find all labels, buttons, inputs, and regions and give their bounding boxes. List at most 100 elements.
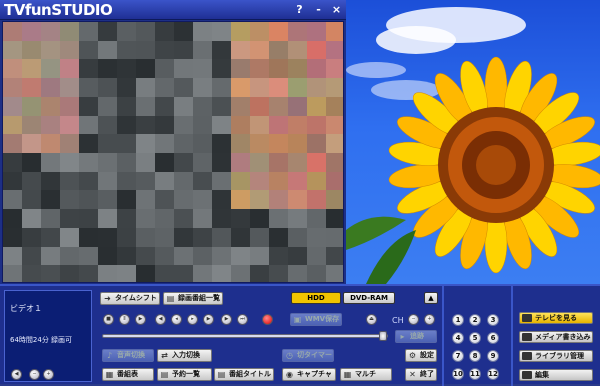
video-pixel <box>250 209 270 229</box>
settings-button[interactable]: ⚙ 設定 <box>405 349 437 362</box>
next-button[interactable]: ▶ <box>221 314 232 325</box>
video-pixel <box>41 190 61 211</box>
video-pixel <box>288 171 308 192</box>
pause-button[interactable]: Ⅱ <box>119 314 130 325</box>
wmv-save-button[interactable]: ▣ WMV保存 <box>290 313 342 326</box>
dvd-ram-tab[interactable]: DVD-RAM <box>343 292 395 304</box>
ch-down-button[interactable]: − <box>408 314 419 325</box>
video-pixel <box>326 115 343 136</box>
video-pixel <box>231 153 251 173</box>
follow-button[interactable]: ▸ 追跡 <box>395 330 437 343</box>
video-pixel <box>79 209 99 229</box>
multi-icon: ▦ <box>343 370 352 379</box>
video-pixel <box>79 246 99 267</box>
ch-up-button[interactable]: + <box>424 314 435 325</box>
eject-button[interactable]: ▲ <box>424 292 438 304</box>
video-pixel <box>193 265 213 282</box>
channel-7-button[interactable]: 7 <box>452 350 464 362</box>
channel-3-button[interactable]: 3 <box>487 314 499 326</box>
input-switch-button[interactable]: ⇄ 入力切換 <box>157 349 212 362</box>
library-button[interactable]: ライブラリ管理 <box>519 350 593 362</box>
video-pixel <box>41 78 61 98</box>
video-pixel <box>41 209 61 229</box>
tv-icon <box>522 314 532 322</box>
video-pixel <box>155 22 175 42</box>
hdd-tab[interactable]: HDD <box>291 292 341 304</box>
video-pixel <box>155 265 175 282</box>
video-pixel <box>117 40 137 61</box>
channel-4-button[interactable]: 4 <box>452 332 464 344</box>
help-button[interactable]: ? <box>293 3 306 16</box>
timeshift-button[interactable]: ➜ タイムシフト <box>100 292 160 305</box>
video-pixel <box>231 171 251 192</box>
capture-button[interactable]: ◉ キャプチャ <box>282 368 336 381</box>
video-pixel <box>41 40 61 61</box>
end-button[interactable]: ⏭ <box>237 314 248 325</box>
rewind-button[interactable]: ■ <box>103 314 114 325</box>
video-pixel <box>60 22 80 42</box>
video-pixel <box>174 209 194 229</box>
video-pixel <box>79 115 99 136</box>
video-pixel <box>117 115 137 136</box>
play-button[interactable]: ▶ <box>135 314 146 325</box>
video-pixel <box>288 265 308 282</box>
watch-tv-button[interactable]: テレビを見る <box>519 312 593 324</box>
video-pixel <box>326 227 343 248</box>
video-pixel <box>288 78 308 98</box>
video-pixel <box>307 40 327 61</box>
channel-1-button[interactable]: 1 <box>452 314 464 326</box>
timer-button[interactable]: ◷ 切タイマー <box>282 349 334 362</box>
record-button[interactable] <box>262 314 273 325</box>
video-pixel <box>60 96 80 117</box>
eject-disc-button[interactable]: ⏏ <box>366 314 377 325</box>
video-pixel <box>212 265 232 282</box>
video-pixel <box>3 134 23 154</box>
seek-bar[interactable] <box>102 334 388 338</box>
video-pixel <box>79 134 99 154</box>
video-pixel <box>155 227 175 248</box>
video-pixel <box>98 134 118 154</box>
video-pixel <box>155 209 175 229</box>
volume-down-button[interactable]: − <box>29 369 40 380</box>
video-pixel <box>193 246 213 267</box>
minimize-button[interactable]: - <box>312 3 325 16</box>
channel-9-button[interactable]: 9 <box>487 350 499 362</box>
video-pixel <box>41 59 61 80</box>
volume-mute-button[interactable]: ◀ <box>11 369 22 380</box>
video-pixel <box>307 209 327 229</box>
channel-2-button[interactable]: 2 <box>469 314 481 326</box>
video-pixel <box>22 40 42 61</box>
video-pixel <box>117 246 137 267</box>
skip-back-button[interactable]: ◀ <box>155 314 166 325</box>
seek-handle[interactable] <box>379 331 387 341</box>
audio-switch-button[interactable]: ♪ 音声切換 <box>102 349 154 362</box>
fast-forward-button[interactable]: ▶ <box>203 314 214 325</box>
channel-5-button[interactable]: 5 <box>469 332 481 344</box>
close-button[interactable]: × <box>330 3 343 16</box>
recorded-list-button[interactable]: ▤ 録画番組一覧 <box>163 292 223 305</box>
video-pixel <box>98 78 118 98</box>
video-pixel <box>231 59 251 80</box>
reserve-list-button[interactable]: ▤ 予約一覧 <box>157 368 212 381</box>
channel-10-button[interactable]: 10 <box>452 368 464 380</box>
video-pixel <box>250 227 270 248</box>
step-back-button[interactable]: ◂ <box>171 314 182 325</box>
edit-button[interactable]: 編集 <box>519 369 593 381</box>
channel-12-button[interactable]: 12 <box>487 368 499 380</box>
video-pixel <box>155 78 175 98</box>
channel-8-button[interactable]: 8 <box>469 350 481 362</box>
video-pixel <box>60 209 80 229</box>
volume-up-button[interactable]: + <box>43 369 54 380</box>
media-write-button[interactable]: メディア書き込み <box>519 331 593 343</box>
program-table-button[interactable]: ▦ 番組表 <box>102 368 154 381</box>
channel-11-button[interactable]: 11 <box>469 368 481 380</box>
video-pixel <box>288 96 308 117</box>
step-forward-button[interactable]: ▸ <box>187 314 198 325</box>
quit-button[interactable]: ✕ 終了 <box>405 368 437 381</box>
channel-6-button[interactable]: 6 <box>487 332 499 344</box>
video-pixel <box>98 265 118 282</box>
video-pixel <box>231 227 251 248</box>
video-pixel <box>231 96 251 117</box>
program-title-button[interactable]: ▤ 番組タイトル <box>214 368 274 381</box>
multi-button[interactable]: ▦ マルチ <box>340 368 392 381</box>
